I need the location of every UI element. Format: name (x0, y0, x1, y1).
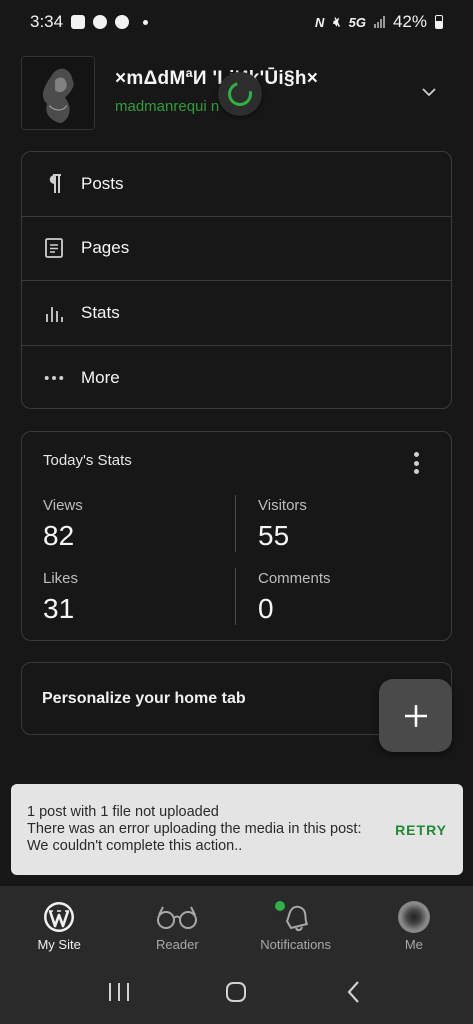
back-button[interactable] (334, 972, 374, 1012)
battery-icon (435, 15, 443, 29)
back-icon (347, 981, 359, 1003)
menu-item-posts[interactable]: Posts (22, 152, 451, 217)
notification-badge (272, 899, 287, 913)
stats-card-title: Today's Stats (43, 452, 132, 469)
nfc-icon: N (315, 14, 325, 30)
create-fab-button[interactable] (379, 679, 452, 752)
todays-stats-card[interactable]: Today's Stats Views 82 Visitors 55 Likes… (21, 431, 452, 641)
site-header[interactable]: ×mΔdMªИ 'LiИk'Ūi§h× madmanrequi n (21, 56, 451, 130)
retry-button[interactable]: RETRY (395, 822, 447, 838)
stat-value-visitors: 55 (258, 520, 290, 551)
stat-comments: Comments 0 (258, 570, 331, 625)
signal-icon (373, 16, 385, 28)
page-icon (44, 237, 64, 259)
stat-value-likes: 31 (43, 593, 75, 624)
snackbar-line-1: 1 post with 1 file not uploaded (27, 804, 219, 820)
stat-divider (235, 568, 236, 625)
nav-tab-me[interactable]: Me (355, 900, 473, 952)
bell-icon (272, 899, 313, 934)
loading-spinner (218, 72, 262, 116)
more-dots-icon (44, 367, 64, 389)
menu-item-stats[interactable]: Stats (22, 281, 451, 346)
app-notification-icon (93, 15, 108, 29)
status-bar: 3:34 N 🔇︎ 5G 42% (0, 0, 473, 44)
menu-label-posts: Posts (81, 173, 124, 193)
status-right: N 🔇︎ 5G 42% (315, 12, 443, 32)
upload-error-snackbar: 1 post with 1 file not uploaded There wa… (11, 784, 463, 875)
stat-label-comments: Comments (258, 570, 331, 587)
battery-percent: 42% (392, 12, 427, 31)
wordpress-notification-icon (115, 15, 130, 29)
status-left: 3:34 (30, 12, 149, 32)
nav-tab-notifications[interactable]: Notifications (237, 899, 355, 952)
stat-label-views: Views (43, 497, 83, 514)
wordpress-icon (43, 900, 75, 934)
home-icon (226, 982, 247, 1002)
menu-label-more: More (81, 367, 120, 387)
stat-visitors: Visitors 55 (258, 497, 307, 552)
nav-label-reader: Reader (156, 937, 199, 952)
menu-label-pages: Pages (81, 238, 130, 258)
stat-value-comments: 0 (258, 593, 274, 624)
snackbar-line-2: There was an error uploading the media i… (27, 821, 362, 854)
menu-item-more[interactable]: More (22, 346, 451, 411)
kebab-menu-icon[interactable] (413, 452, 419, 474)
stat-label-likes: Likes (43, 570, 79, 587)
personalize-label: Personalize your home tab (42, 689, 246, 707)
gallery-notification-icon (71, 15, 86, 29)
paragraph-icon (44, 173, 64, 195)
recent-apps-button[interactable] (99, 972, 139, 1012)
plus-icon (404, 704, 427, 727)
nav-label-me: Me (404, 937, 423, 952)
site-icon[interactable] (21, 56, 95, 130)
more-notifications-icon (143, 19, 149, 25)
glasses-icon (155, 900, 199, 934)
nav-tab-reader[interactable]: Reader (118, 900, 236, 952)
recent-apps-icon (108, 983, 129, 1001)
nav-label-notifications: Notifications (260, 937, 332, 952)
bottom-navigation: My Site Reader Notifications Me (0, 886, 473, 960)
site-url-text: madmanrequi n (115, 98, 220, 115)
site-title: ×mΔdMªИ 'LiИk'Ūi§h× (115, 68, 319, 89)
status-time: 3:34 (30, 12, 64, 31)
menu-label-stats: Stats (81, 302, 120, 322)
network-type: 5G (348, 14, 366, 30)
chevron-down-icon[interactable] (421, 84, 437, 100)
menu-item-pages[interactable]: Pages (22, 217, 451, 281)
snackbar-message: 1 post with 1 file not uploaded There wa… (27, 804, 367, 855)
nav-tab-my-site[interactable]: My Site (0, 900, 118, 952)
mute-icon: 🔇︎ (332, 14, 341, 29)
stat-divider (235, 495, 236, 552)
nav-label-my-site: My Site (37, 937, 81, 952)
avatar (397, 900, 430, 934)
stat-label-visitors: Visitors (258, 497, 307, 514)
stat-value-views: 82 (43, 520, 75, 551)
stat-likes: Likes 31 (43, 570, 78, 625)
home-button[interactable] (216, 972, 256, 1012)
user-avatar (397, 901, 430, 933)
site-menu-card: Posts Pages Stats More (21, 151, 452, 409)
spinner-ring (223, 77, 257, 111)
stats-icon (44, 302, 64, 324)
stat-views: Views 82 (43, 497, 83, 552)
system-navigation-bar (0, 960, 473, 1024)
